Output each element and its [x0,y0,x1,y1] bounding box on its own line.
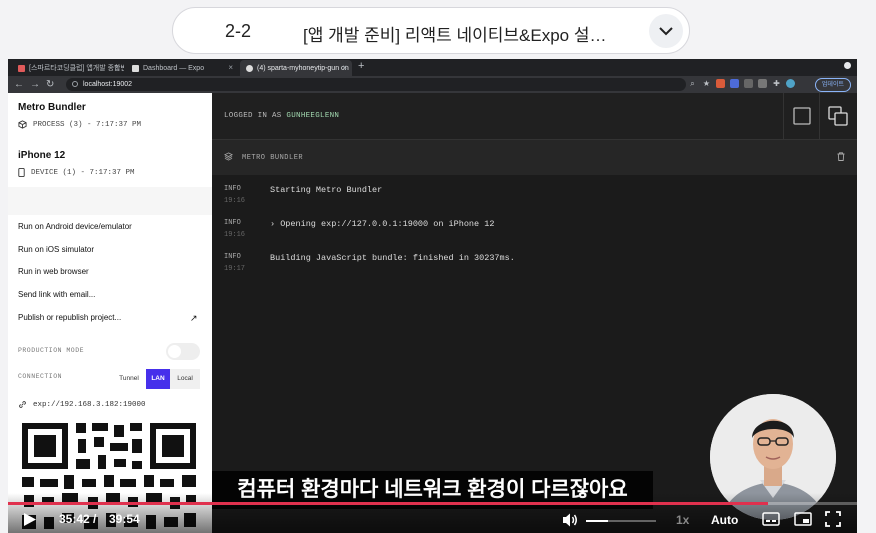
divider [8,187,212,215]
browser-tab[interactable]: Dashboard — Expo × [126,60,238,76]
extension-icons: ⌕ ★ ✚ [688,79,795,88]
tab-label: Dashboard — Expo [143,64,205,72]
seek-bar-played [8,502,768,505]
bundler-status-text: PROCESS (3) - 7:17:37 PM [33,120,142,129]
expo-favicon-icon [132,64,139,72]
run-ios-link[interactable]: Run on iOS simulator [18,245,94,254]
extension-icon[interactable] [744,79,753,88]
video-player[interactable]: [스파르타코딩클럽] 앱개발 종합반 × Dashboard — Expo × … [8,59,857,533]
publish-link[interactable]: Publish or republish project... [18,313,121,322]
seek-bar[interactable] [8,502,857,505]
bundler-title: Metro Bundler [18,102,86,113]
playback-speed-button[interactable]: 1x [676,513,689,527]
browser-tab-strip: [스파르타코딩클럽] 앱개발 종합반 × Dashboard — Expo × … [8,59,857,76]
toggle-knob [168,345,181,358]
logged-in-status: LOGGED IN AS GUNHEEGLENN [224,112,339,120]
volume-level [586,520,609,522]
fullscreen-icon[interactable] [825,511,841,527]
site-favicon-icon [18,64,25,72]
run-web-link[interactable]: Run in web browser [18,267,89,276]
captions-icon[interactable] [762,511,780,527]
volume-slider[interactable] [586,520,656,522]
lecture-number: 2-2 [225,21,252,41]
log-message: Building JavaScript bundle: finished in … [270,253,515,263]
production-mode-toggle[interactable] [166,343,200,360]
quality-button[interactable]: Auto [711,513,738,527]
single-pane-button[interactable] [783,93,820,139]
tab-label: (4) sparta-myhoneytip-gun on [257,64,349,72]
extension-icon[interactable] [730,79,739,88]
connection-lan-option[interactable]: LAN [146,369,170,389]
production-mode-label: PRODUCTION MODE [18,347,85,354]
picture-in-picture-icon[interactable] [794,511,812,527]
reload-icon[interactable]: ↻ [46,78,54,91]
volume-icon[interactable] [562,512,578,528]
device-status-text: DEVICE (1) - 7:17:37 PM [31,168,135,177]
chevron-down-icon[interactable] [649,14,683,48]
browser-tab[interactable]: [스파르타코딩클럽] 앱개발 종합반 × [12,60,124,76]
log-panel-title: METRO BUNDLER [242,154,304,162]
single-pane-icon [793,107,811,125]
total-time: 39:54 [109,512,140,526]
link-icon [19,401,26,408]
lecture-title: [앱 개발 준비] 리액트 네이티브&Expo 설… [303,26,607,45]
expo-sidebar: Metro Bundler PROCESS (3) - 7:17:37 PM i… [8,93,212,533]
info-icon [72,81,78,87]
log-time: 19:16 [224,197,246,205]
log-level: INFO [224,219,241,227]
play-icon[interactable] [23,512,37,527]
device-status: DEVICE (1) - 7:17:37 PM [18,168,135,177]
logged-in-prefix: LOGGED IN AS [224,112,282,120]
connection-tunnel-option[interactable]: Tunnel [112,369,146,389]
cube-icon [18,120,27,129]
close-icon[interactable]: × [114,63,119,72]
update-button[interactable]: 업데이트 [814,78,851,92]
username: GUNHEEGLENN [286,112,340,120]
log-time: 19:17 [224,265,246,273]
exp-url[interactable]: exp://192.168.3.182:19000 [18,400,146,409]
trash-icon[interactable] [837,152,845,161]
close-icon[interactable]: × [228,63,233,72]
forward-arrow-icon[interactable]: → [30,78,40,91]
browser-tab-active[interactable]: (4) sparta-myhoneytip-gun on × [240,60,352,76]
log-level: INFO [224,185,241,193]
page-favicon-icon [246,64,253,72]
extension-icon[interactable] [716,79,725,88]
log-message: Starting Metro Bundler [270,185,383,195]
external-arrow-icon[interactable]: ↗ [190,313,198,324]
log-message: › Opening exp://127.0.0.1:19000 on iPhon… [270,219,495,229]
current-time: 35:42 / [59,512,97,526]
close-icon[interactable]: × [342,63,347,72]
browser-toolbar: ← → ↻ localhost:19002 ⌕ ★ ✚ 업데이트 [8,76,857,93]
bundler-status: PROCESS (3) - 7:17:37 PM [18,120,141,129]
star-icon[interactable]: ★ [702,79,711,88]
device-title: iPhone 12 [18,150,66,161]
back-arrow-icon[interactable]: ← [14,78,24,91]
puzzle-icon[interactable]: ✚ [772,79,781,88]
zoom-icon[interactable]: ⌕ [688,79,697,88]
window-control-icon[interactable] [844,62,851,69]
new-tab-button[interactable]: + [358,60,364,72]
avatar[interactable] [786,79,795,88]
log-level: INFO [224,253,241,261]
console-top-bar: LOGGED IN AS GUNHEEGLENN [212,93,857,139]
log-time: 19:16 [224,231,246,239]
extension-icon[interactable] [758,79,767,88]
send-email-link[interactable]: Send link with email... [18,290,95,299]
connection-label: CONNECTION [18,373,63,380]
multi-pane-button[interactable] [819,93,856,139]
tab-label: [스파르타코딩클럽] 앱개발 종합반 [29,65,124,72]
lecture-title-bar[interactable]: 2-2 [앱 개발 준비] 리액트 네이티브&Expo 설… [172,7,690,54]
log-panel-header: METRO BUNDLER [212,139,857,176]
exp-url-text: exp://192.168.3.182:19000 [33,400,146,409]
layers-icon [224,152,233,161]
run-android-link[interactable]: Run on Android device/emulator [18,222,132,231]
address-bar[interactable]: localhost:19002 [66,78,686,91]
url-text: localhost:19002 [83,81,133,88]
multi-pane-icon [828,106,848,126]
phone-icon [18,168,25,177]
connection-local-option[interactable]: Local [170,369,200,389]
